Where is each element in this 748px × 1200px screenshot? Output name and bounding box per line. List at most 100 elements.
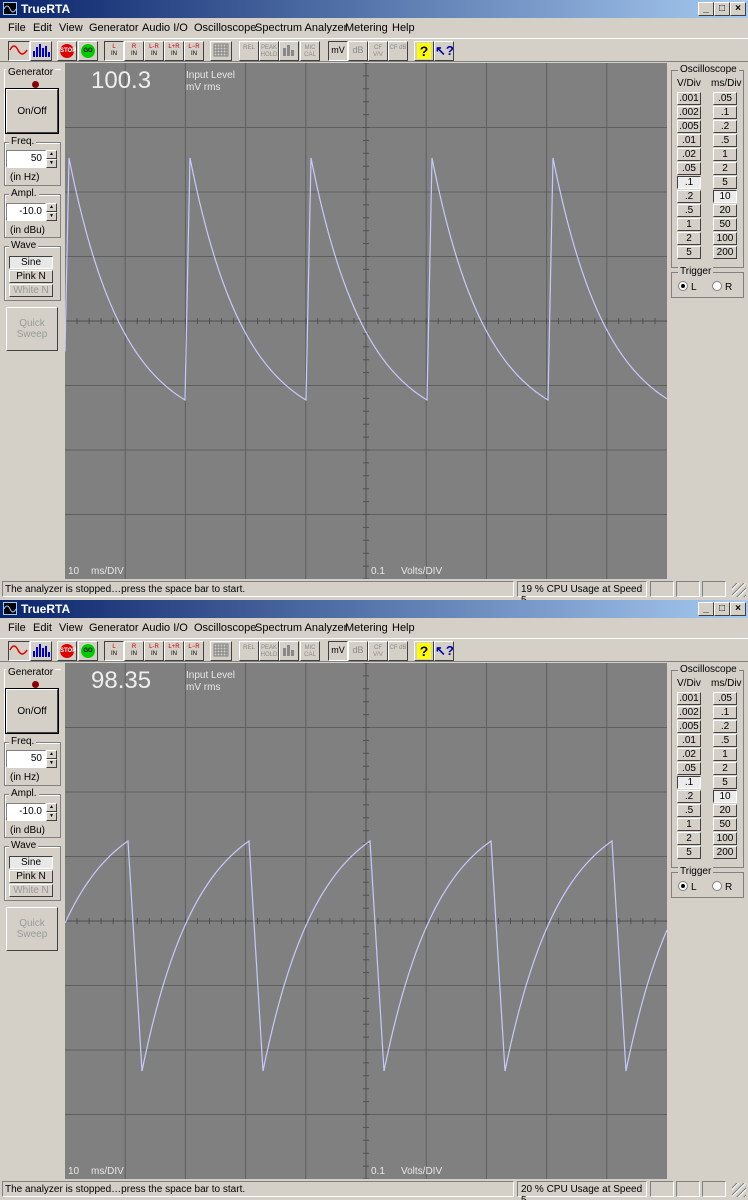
frequency-input[interactable]: 50 (6, 150, 46, 168)
msdiv-button[interactable]: 50 (713, 818, 737, 831)
menu-metering[interactable]: Metering (345, 622, 388, 634)
vdiv-button[interactable]: .01 (677, 734, 701, 747)
peak-hold-button[interactable]: PEAK HOLD (259, 41, 279, 61)
close-button[interactable]: × (730, 602, 746, 616)
wave-sine-button[interactable]: Sine (9, 256, 53, 269)
maximize-button[interactable]: □ (714, 602, 730, 616)
spin-up-icon[interactable]: ▲ (46, 150, 57, 159)
context-help-button[interactable]: ↖? (434, 41, 454, 61)
stop-button[interactable]: STOP (57, 641, 77, 661)
quick-sweep-button[interactable]: Quick Sweep (6, 907, 58, 951)
vdiv-button[interactable]: .02 (677, 748, 701, 761)
vdiv-button[interactable]: .05 (677, 162, 701, 175)
trigger-left-radio[interactable]: L (678, 881, 697, 893)
l-r-input-button[interactable]: L-R IN (144, 41, 164, 61)
wave-sine-button[interactable]: Sine (9, 856, 53, 869)
vdiv-button[interactable]: .01 (677, 134, 701, 147)
help-button[interactable]: ? (414, 41, 434, 61)
vdiv-button[interactable]: 2 (677, 232, 701, 245)
msdiv-button[interactable]: .2 (713, 120, 737, 133)
vdiv-button[interactable]: .002 (677, 706, 701, 719)
vdiv-button[interactable]: .005 (677, 720, 701, 733)
msdiv-button[interactable]: 100 (713, 232, 737, 245)
db-button[interactable]: dB (348, 41, 368, 61)
trigger-right-radio[interactable]: R (712, 881, 732, 893)
resize-grip-icon[interactable] (732, 583, 746, 597)
vdiv-button[interactable]: .001 (677, 92, 701, 105)
trigger-right-radio[interactable]: R (712, 281, 732, 293)
frequency-input[interactable]: 50 (6, 750, 46, 768)
l-plus-r-input-button[interactable]: L+R IN (164, 41, 184, 61)
l-minus-r-input-button[interactable]: L−R IN (184, 41, 204, 61)
mic-cal-button[interactable]: MIC CAL (300, 641, 320, 661)
vdiv-button[interactable]: .002 (677, 106, 701, 119)
vdiv-button[interactable]: .05 (677, 762, 701, 775)
msdiv-button[interactable]: 100 (713, 832, 737, 845)
amplitude-input[interactable]: -10.0 (6, 803, 46, 821)
mic-cal-button[interactable]: MIC CAL (300, 41, 320, 61)
context-help-button[interactable]: ↖? (434, 641, 454, 661)
msdiv-button[interactable]: 5 (713, 776, 737, 789)
left-input-button[interactable]: L IN (104, 41, 124, 61)
maximize-button[interactable]: □ (714, 2, 730, 16)
spin-up-icon[interactable]: ▲ (46, 203, 57, 212)
menu-view[interactable]: View (59, 22, 83, 34)
spectrum-mode-button[interactable] (30, 641, 52, 661)
cf-db-button[interactable]: CF dB (388, 41, 408, 61)
cf-vv-button[interactable]: CF V/V (368, 41, 388, 61)
menu-spectrum-analyzer[interactable]: Spectrum Analyzer (255, 622, 347, 634)
vdiv-button[interactable]: .001 (677, 692, 701, 705)
spin-down-icon[interactable]: ▼ (46, 759, 57, 768)
menu-help[interactable]: Help (392, 622, 415, 634)
vdiv-button[interactable]: 1 (677, 818, 701, 831)
msdiv-button[interactable]: 1 (713, 748, 737, 761)
menu-help[interactable]: Help (392, 22, 415, 34)
vdiv-button[interactable]: .005 (677, 120, 701, 133)
spin-up-icon[interactable]: ▲ (46, 750, 57, 759)
menu-generator[interactable]: Generator (89, 22, 139, 34)
wave-white-noise-button[interactable]: White N (9, 284, 53, 297)
spectrum-mode-button[interactable] (30, 41, 52, 61)
mv-button[interactable]: mV (328, 41, 348, 61)
help-button[interactable]: ? (414, 641, 434, 661)
vdiv-button[interactable]: .5 (677, 204, 701, 217)
vdiv-button[interactable]: .2 (677, 790, 701, 803)
msdiv-button[interactable]: .1 (713, 106, 737, 119)
msdiv-button[interactable]: 2 (713, 162, 737, 175)
msdiv-button[interactable]: .05 (713, 92, 737, 105)
menu-oscilloscope[interactable]: Oscilloscope (194, 22, 256, 34)
menu-generator[interactable]: Generator (89, 622, 139, 634)
msdiv-button[interactable]: 10 (713, 190, 737, 203)
menu-file[interactable]: File (8, 22, 26, 34)
vdiv-button[interactable]: .2 (677, 190, 701, 203)
vdiv-button[interactable]: 5 (677, 846, 701, 859)
vdiv-button[interactable]: .1 (677, 776, 701, 789)
msdiv-button[interactable]: 2 (713, 762, 737, 775)
amplitude-spinner[interactable]: ▲ ▼ (46, 203, 57, 221)
frequency-spinner[interactable]: ▲ ▼ (46, 750, 57, 768)
msdiv-button[interactable]: .1 (713, 706, 737, 719)
on-off-button[interactable]: On/Off (6, 689, 58, 733)
frequency-spinner[interactable]: ▲ ▼ (46, 150, 57, 168)
spin-down-icon[interactable]: ▼ (46, 159, 57, 168)
menu-audio-i-o[interactable]: Audio I/O (142, 22, 188, 34)
peak-hold-button[interactable]: PEAK HOLD (259, 641, 279, 661)
msdiv-button[interactable]: 1 (713, 148, 737, 161)
menu-spectrum-analyzer[interactable]: Spectrum Analyzer (255, 22, 347, 34)
right-input-button[interactable]: R IN (124, 641, 144, 661)
amplitude-spinner[interactable]: ▲ ▼ (46, 803, 57, 821)
msdiv-button[interactable]: 5 (713, 176, 737, 189)
l-r-input-button[interactable]: L-R IN (144, 641, 164, 661)
msdiv-button[interactable]: .05 (713, 692, 737, 705)
wave-pink-noise-button[interactable]: Pink N (9, 870, 53, 883)
rel-button[interactable]: REL (239, 41, 259, 61)
minimize-button[interactable]: _ (698, 2, 714, 16)
spin-up-icon[interactable]: ▲ (46, 803, 57, 812)
spin-down-icon[interactable]: ▼ (46, 212, 57, 221)
msdiv-button[interactable]: 200 (713, 846, 737, 859)
grid-button[interactable] (210, 641, 232, 661)
grid-button[interactable] (210, 41, 232, 61)
menu-audio-i-o[interactable]: Audio I/O (142, 622, 188, 634)
menu-oscilloscope[interactable]: Oscilloscope (194, 622, 256, 634)
menu-file[interactable]: File (8, 622, 26, 634)
